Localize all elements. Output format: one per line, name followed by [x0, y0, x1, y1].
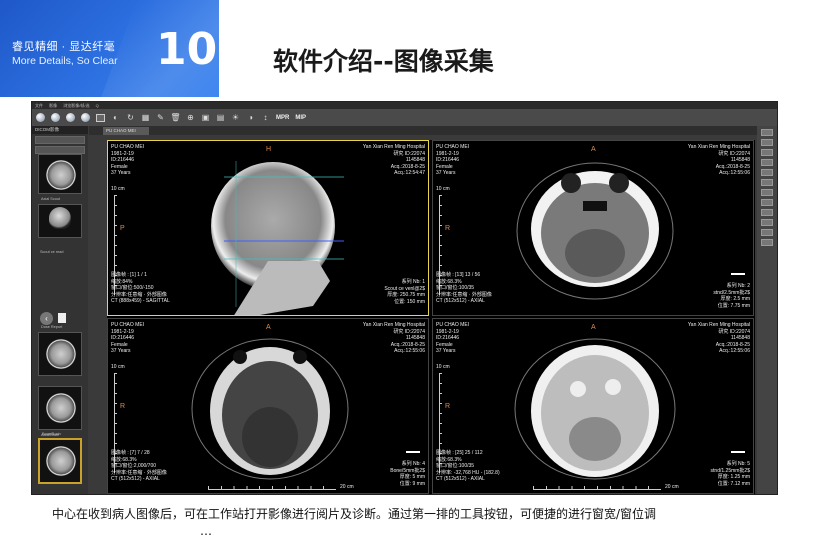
page-icon[interactable] [58, 313, 66, 323]
image-info: 图像帧 : [7] 7 / 28 缩放:68.3% 窗口/窗位:2,000/700 分… [111, 450, 167, 483]
menu-help[interactable]: Q [96, 103, 99, 108]
scale-label: 10 cm [436, 186, 450, 192]
tool-button[interactable] [761, 229, 773, 236]
image-info: 图像帧 : [13] 13 / 56 缩放:68.3% 窗口/窗位:100/35 分辨… [436, 272, 492, 305]
orientation-top: A [591, 146, 596, 153]
patient-select[interactable] [35, 136, 85, 144]
globe-icon[interactable] [34, 111, 47, 124]
window-indicator [406, 451, 420, 453]
orientation-left: R [445, 225, 451, 232]
slogan-cn: 睿见精细 · 显达纤毫 [12, 41, 116, 53]
series-info: 系列 Nb: 4 Bone/5mm批2$ 厚度: 5 mm 位置: 9 mm [390, 461, 425, 487]
image-viewer: PU CHAO MEI 1981-2-19 ID:216446 Female 37 Ye… [107, 140, 755, 494]
horizontal-scale [208, 486, 336, 490]
series-thumbnail[interactable]: Dose Report [38, 325, 82, 376]
caption-text: 中心在收到病人图像后，可在工作站打开影像进行阅片及诊断。通过第一排的工具按钮，可… [52, 507, 657, 521]
tool-button[interactable] [761, 129, 773, 136]
tool-button[interactable] [761, 169, 773, 176]
slogan-en: More Details, So Clear [12, 55, 118, 67]
rotate-icon[interactable]: ↻ [124, 111, 137, 124]
series-thumbnail[interactable]: Scout ce read [38, 246, 82, 256]
measure-icon[interactable]: ▦ [139, 111, 152, 124]
series-sidebar: DICOM影像 Axial Scout Scout ce read ‹ Dose… [32, 126, 88, 494]
title-banner: 睿见精细 · 显达纤毫 More Details, So Clear 10 [0, 0, 219, 97]
study-info: Yan Xian Ren Ming Hospital 研究 ID:22074 114… [687, 144, 750, 177]
series-thumbnail[interactable]: Axial/Brain [38, 386, 82, 437]
brightness-icon[interactable]: ☀ [229, 111, 242, 124]
series-thumbnail[interactable]: Axial Scout [38, 154, 82, 201]
dicom-viewer-screenshot: 文件 影像 浏览影像/帧/选 Q ◐ ↻ ▦ ✎ 🗑 ⊕ ▣ ▤ ☀ ◑ ↕ M… [31, 101, 778, 495]
right-toolbar [757, 126, 777, 494]
series-info: 系列 Nb: 2 stnd/2.5mm批2$ 厚度: 2.5 mm 位置: 7.75 … [713, 283, 750, 309]
pointer-icon[interactable]: ↕ [259, 111, 272, 124]
globe-icon[interactable] [79, 111, 92, 124]
image-info: 图像帧 : [1] 1 / 1 缩放:84% 窗口/窗位:500/-150 分辨率:任… [111, 272, 170, 305]
menu-browse[interactable]: 浏览影像/帧/选 [63, 103, 89, 108]
series-info: 系列 Nb: 1 Scout ce venl@2$ 厚度: 250.75 mm 位置:… [384, 279, 425, 305]
horizontal-scale [533, 486, 661, 490]
tool-button[interactable] [761, 199, 773, 206]
slide-number: 10 [156, 24, 218, 75]
tab-bar: PU CHAO MEI [89, 126, 759, 135]
orientation-top: H [266, 146, 272, 153]
window-indicator [731, 451, 745, 453]
tool-button[interactable] [761, 139, 773, 146]
scale-label: 20 cm [340, 484, 354, 490]
orientation-left: R [445, 403, 451, 410]
series-thumbnail-selected[interactable]: Bone/Brain [38, 432, 82, 484]
tool-button[interactable] [761, 179, 773, 186]
fit-icon[interactable]: ▣ [199, 111, 212, 124]
tool-button[interactable] [761, 209, 773, 216]
menu-bar: 文件 影像 浏览影像/帧/选 Q [32, 102, 777, 109]
patient-info: PU CHAO MEI 1981-2-19 ID:216446 Female 37 Ye… [111, 322, 145, 355]
window-indicator [731, 273, 745, 275]
layout-icon[interactable] [94, 111, 107, 124]
tool-button[interactable] [761, 149, 773, 156]
series-thumbnail[interactable] [38, 204, 82, 238]
scale-label: 10 cm [111, 186, 125, 192]
study-info: Yan Xian Ren Ming Hospital 研究 ID:22074 114… [362, 322, 425, 355]
viewport-axial-bone[interactable]: PU CHAO MEI 1981-2-19 ID:216446 Female 37 Ye… [107, 318, 429, 494]
mip-button[interactable]: MIP [295, 115, 306, 121]
caption-continuation: … [200, 524, 212, 538]
tool-button[interactable] [761, 219, 773, 226]
orientation-left: P [120, 225, 125, 232]
orientation-top: A [266, 324, 271, 331]
scale-label: 10 cm [436, 364, 450, 370]
delete-icon[interactable]: 🗑 [169, 111, 182, 124]
slide-title: 软件介绍--图像采集 [273, 47, 494, 76]
viewport-axial-2[interactable]: PU CHAO MEI 1981-2-19 ID:216446 Female 37 Ye… [432, 140, 754, 316]
chevron-left-icon[interactable]: ‹ [40, 312, 53, 325]
orientation-top: A [591, 324, 596, 331]
menu-image[interactable]: 影像 [49, 103, 57, 108]
patient-info: PU CHAO MEI 1981-2-19 ID:216446 Female 37 Ye… [436, 144, 470, 177]
draw-icon[interactable]: ✎ [154, 111, 167, 124]
contrast-icon[interactable]: ◐ [109, 111, 122, 124]
series-info: 系列 Nb: 5 stnd/1.25mm批2$ 厚度: 1.25 mm 位置: 7.1… [710, 461, 750, 487]
study-info: Yan Xian Ren Ming Hospital 研究 ID:22074 114… [362, 144, 425, 177]
patient-info: PU CHAO MEI 1981-2-19 ID:216446 Female 37 Ye… [111, 144, 145, 177]
orientation-left: R [120, 403, 126, 410]
tool-button[interactable] [761, 159, 773, 166]
study-select[interactable] [35, 146, 85, 154]
sidebar-header: DICOM影像 [32, 126, 88, 134]
scale-label: 20 cm [665, 484, 679, 490]
globe-icon[interactable] [64, 111, 77, 124]
toolbar: ◐ ↻ ▦ ✎ 🗑 ⊕ ▣ ▤ ☀ ◑ ↕ MPR MIP [32, 109, 777, 126]
viewport-axial-brain[interactable]: PU CHAO MEI 1981-2-19 ID:216446 Female 37 Ye… [432, 318, 754, 494]
globe-icon[interactable] [49, 111, 62, 124]
study-info: Yan Xian Ren Ming Hospital 研究 ID:22074 114… [687, 322, 750, 355]
tool-button[interactable] [761, 189, 773, 196]
tool-button[interactable] [761, 239, 773, 246]
viewport-sagittal[interactable]: PU CHAO MEI 1981-2-19 ID:216446 Female 37 Ye… [107, 140, 429, 316]
color-icon[interactable]: ◑ [244, 111, 257, 124]
menu-file[interactable]: 文件 [35, 103, 43, 108]
tab-patient[interactable]: PU CHAO MEI [103, 127, 149, 135]
mpr-button[interactable]: MPR [276, 115, 289, 121]
document-icon[interactable]: ▤ [214, 111, 227, 124]
scale-label: 10 cm [111, 364, 125, 370]
patient-info: PU CHAO MEI 1981-2-19 ID:216446 Female 37 Ye… [436, 322, 470, 355]
zoom-icon[interactable]: ⊕ [184, 111, 197, 124]
image-info: 图像帧 : [25] 25 / 112 缩放:68.3% 窗口/窗位:100/35 分… [436, 450, 500, 483]
